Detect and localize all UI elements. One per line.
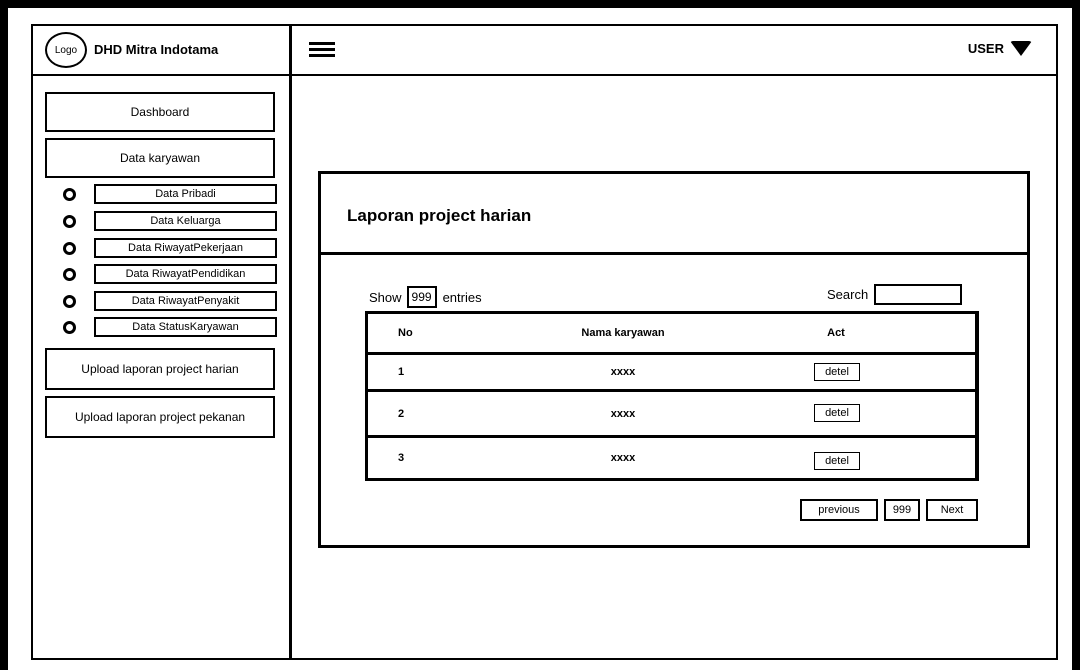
table-header-row: No Nama karyawan Act [368, 314, 975, 355]
report-card: Laporan project harian Show 999 entries … [318, 171, 1030, 548]
brand-name: DHD Mitra Indotama [94, 42, 219, 57]
cell-no: 1 [398, 366, 405, 378]
radio-circle-icon [63, 188, 76, 201]
search-input[interactable] [874, 284, 963, 305]
user-label: USER [967, 41, 1004, 56]
detail-button[interactable]: detel [814, 404, 860, 422]
sidebar-subitem-data-pribadi[interactable]: Data Pribadi [63, 184, 279, 204]
sidebar-subitem-data-riwayat-pekerjaan[interactable]: Data RiwayatPekerjaan [63, 238, 279, 258]
column-header-act: Act [827, 327, 845, 339]
table-row: 1 xxxx detel [368, 355, 975, 392]
search-label: Search [827, 287, 869, 302]
caret-down-icon [1010, 41, 1032, 56]
column-header-no: No [398, 327, 413, 339]
sidebar-subitem-label[interactable]: Data RiwayatPenyakit [94, 291, 277, 311]
table-row: 2 xxxx detel [368, 392, 975, 438]
sidebar-item-data-karyawan[interactable]: Data karyawan [45, 138, 275, 178]
app-window: Logo DHD Mitra Indotama Dashboard Data k… [31, 24, 1058, 660]
cell-nama: xxxx [610, 366, 636, 378]
hamburger-menu-icon[interactable] [309, 42, 335, 58]
top-bar: USER [292, 26, 1058, 76]
radio-circle-icon [63, 242, 76, 255]
radio-circle-icon [63, 321, 76, 334]
user-menu[interactable]: USER [968, 41, 1032, 56]
column-header-nama: Nama karyawan [581, 327, 665, 339]
card-header: Laporan project harian [321, 174, 1027, 255]
detail-button[interactable]: detel [814, 363, 860, 381]
detail-button[interactable]: detel [814, 452, 860, 470]
radio-circle-icon [63, 215, 76, 228]
next-page-button[interactable]: Next [926, 499, 978, 521]
previous-page-button[interactable]: previous [800, 499, 878, 521]
logo: Logo [45, 32, 87, 68]
radio-circle-icon [63, 295, 76, 308]
show-label: Show [369, 289, 402, 305]
table-row: 3 xxxx detel [368, 438, 975, 478]
entries-select[interactable]: 999 [406, 286, 437, 308]
cell-no: 3 [398, 452, 405, 464]
entries-label: entries [442, 289, 482, 305]
sidebar-subitem-label[interactable]: Data RiwayatPekerjaan [94, 238, 277, 258]
page-title: Laporan project harian [347, 206, 532, 225]
window-frame-right [1072, 0, 1080, 670]
sidebar-subitem-label[interactable]: Data Pribadi [94, 184, 277, 204]
sidebar-item-dashboard[interactable]: Dashboard [45, 92, 275, 132]
sidebar-subitem-data-riwayat-pendidikan[interactable]: Data RiwayatPendidikan [63, 264, 279, 284]
page-number-button[interactable]: 999 [884, 499, 920, 521]
entries-control: Show 999 entries [369, 286, 482, 308]
window-frame-top [0, 0, 1080, 8]
cell-nama: xxxx [610, 407, 636, 420]
sidebar-subitem-data-status-karyawan[interactable]: Data StatusKaryawan [63, 317, 279, 337]
sidebar-subitem-label[interactable]: Data Keluarga [94, 211, 277, 231]
sidebar-subitem-data-riwayat-penyakit[interactable]: Data RiwayatPenyakit [63, 291, 279, 311]
sidebar-item-upload-pekanan[interactable]: Upload laporan project pekanan [45, 396, 275, 438]
brand-header: Logo DHD Mitra Indotama [33, 26, 289, 76]
sidebar-subitem-label[interactable]: Data RiwayatPendidikan [94, 264, 277, 284]
window-frame-left [0, 0, 8, 670]
data-table: No Nama karyawan Act 1 xxxx detel 2 xxxx… [365, 311, 979, 481]
sidebar-item-upload-harian[interactable]: Upload laporan project harian [45, 348, 275, 390]
cell-nama: xxxx [610, 452, 636, 464]
search-control: Search [827, 284, 963, 305]
cell-no: 2 [398, 407, 405, 420]
sidebar-subitem-data-keluarga[interactable]: Data Keluarga [63, 211, 279, 231]
sidebar: Logo DHD Mitra Indotama Dashboard Data k… [33, 26, 292, 658]
sidebar-subitem-label[interactable]: Data StatusKaryawan [94, 317, 277, 337]
radio-circle-icon [63, 268, 76, 281]
